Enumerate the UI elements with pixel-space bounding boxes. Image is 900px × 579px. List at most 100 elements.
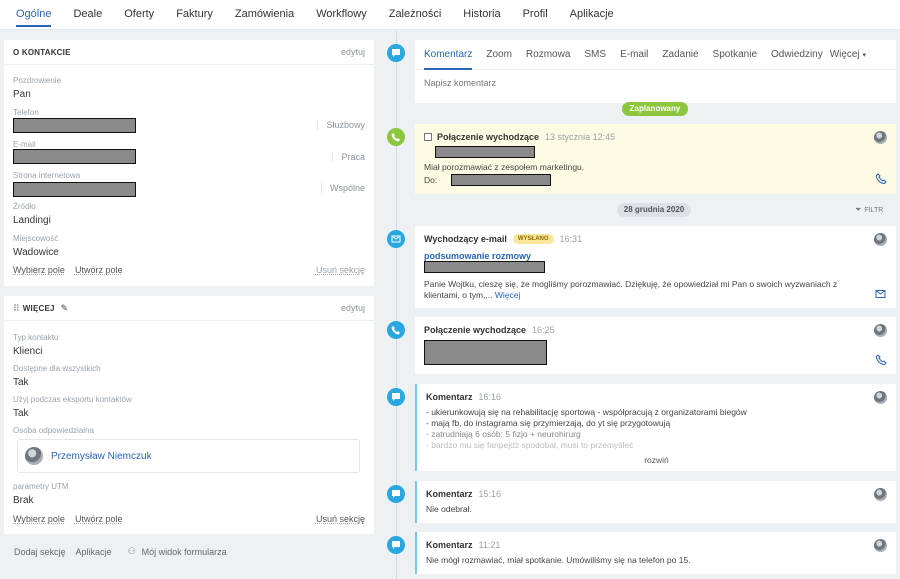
planned-call-title: Połączenie wychodzące [437,132,540,142]
more-card-links: Wybierz pole Utwórz pole Usuń sekcję [13,514,365,524]
comm-tab-sms[interactable]: SMS [584,40,606,70]
tab-general[interactable]: Ogólne [16,0,52,30]
website-field: Strona internetowa [13,171,365,180]
comment1-line-3: - zatrudniają 6 osób: 5 fizjo + neurohir… [426,429,581,439]
comm-tab-task[interactable]: Zadanie [662,40,698,70]
my-form-view-link[interactable]: Mój widok formularza [142,547,227,557]
email-more-link[interactable]: Więcej [495,290,521,300]
phone-label: Telefon [13,108,39,117]
planned-call-item: Połączenie wychodzące 13 stycznia 12:45 … [415,124,896,194]
comm-tab-zoom[interactable]: Zoom [486,40,512,70]
expand-link[interactable]: rozwiń [417,455,896,465]
source-field: Źródło Landingi [13,202,365,226]
email-body: Panie Wojtku, cieszę się, że mogliśmy po… [424,279,864,301]
comment1-time: 16:16 [478,392,502,402]
email-redacted[interactable] [13,149,136,164]
comm-tab-call[interactable]: Rozmowa [526,40,570,70]
tab-workflows[interactable]: Workflowy [316,0,367,30]
comm-more-dropdown[interactable]: Więcej ▾ [830,49,866,60]
more-info-header: ⠿ WIĘCEJ ✎ edytuj [4,296,374,321]
filter-label: FILTR [864,206,884,214]
contact-card-links: Wybierz pole Utwórz pole Usuń sekcję [13,265,365,275]
top-navigation: Ogólne Deale Oferty Faktury Zamówienia W… [0,0,900,30]
call-title: Połączenie wychodzące [424,325,527,335]
owner-name[interactable]: Przemysław Niemczuk [51,451,152,462]
tab-history[interactable]: Historia [463,0,500,30]
greeting-value[interactable]: Pan [13,89,365,100]
city-label: Miejscowość [13,234,59,243]
contact-info-card: O KONTAKCIE edytuj Pozdrowienie Pan Tele… [4,40,374,286]
tab-apps[interactable]: Aplikacje [570,0,614,30]
comment3-avatar [874,539,887,552]
phone-action-icon[interactable] [875,173,887,185]
email-tag: Praca [332,152,365,162]
contact-type-value[interactable]: Klienci [13,346,365,357]
utm-field: parametry UTM Brak [13,482,365,506]
export-label: Użyj podczas eksportu kontaktów [13,395,132,404]
create-field-link-2[interactable]: Utwórz pole [75,514,123,524]
complete-task-checkbox[interactable] [424,133,432,141]
remove-section-link-2[interactable]: Usuń sekcję [316,514,365,524]
comment3-icon [387,536,405,554]
contact-type-label: Typ kontaktu [13,333,59,342]
filter-button[interactable]: ⏷ FILTR [855,205,883,215]
tab-deals[interactable]: Deale [73,0,102,30]
utm-label: parametry UTM [13,482,69,491]
choose-field-link-2[interactable]: Wybierz pole [13,514,65,524]
comment2-title: Komentarz [426,489,473,499]
remove-section-link[interactable]: Usuń sekcję [316,265,365,275]
phone-redacted[interactable] [13,118,136,133]
city-field: Miejscowość Wadowice [13,234,365,258]
tab-dependencies[interactable]: Zależności [389,0,442,30]
tab-offers[interactable]: Oferty [124,0,154,30]
comm-more-label: Więcej [829,49,860,60]
owner-box[interactable]: Przemysław Niemczuk [17,439,360,473]
more-info-title: WIĘCEJ [22,303,55,313]
reply-email-icon[interactable] [875,288,887,300]
drag-handle-icon[interactable]: ⠿ [13,303,20,314]
communication-tabs: Komentarz Zoom Rozmowa SMS E-mail Zadani… [415,40,896,70]
tab-profile[interactable]: Profil [523,0,548,30]
comm-tab-visits[interactable]: Odwiedziny [771,40,823,70]
create-field-link[interactable]: Utwórz pole [75,265,123,275]
comment2-icon [387,485,405,503]
comm-tab-meeting[interactable]: Spotkanie [713,40,757,70]
edit-more-link[interactable]: edytuj [341,303,365,313]
apps-link[interactable]: Aplikacje [76,547,112,557]
comment2-item: Komentarz 15:16 Nie odebrał. [415,481,896,523]
tab-invoices[interactable]: Faktury [176,0,213,30]
email-subject[interactable]: podsumowanie rozmowy [424,251,531,261]
tab-orders[interactable]: Zamówienia [235,0,294,30]
comment-input[interactable]: Napisz komentarz [424,78,496,88]
choose-field-link[interactable]: Wybierz pole [13,265,65,275]
comm-tab-email[interactable]: E-mail [620,40,648,70]
owner-field: Osoba odpowiedzialna [13,426,365,435]
comment3-text: Nie mógł rozmawiać, miał spotkanie. Umów… [426,555,691,565]
comm-tab-comment[interactable]: Komentarz [424,40,473,70]
website-tag: Wspólne [320,183,365,193]
contact-info-title: O KONTAKCIE [13,47,71,57]
comment3-title: Komentarz [426,540,473,550]
export-field: Użyj podczas eksportu kontaktów Tak [13,395,365,419]
source-label: Źródło [13,202,36,211]
call-redacted [424,340,547,365]
export-value[interactable]: Tak [13,408,365,419]
contact-type-field: Typ kontaktu Klienci [13,333,365,357]
source-value[interactable]: Landingi [13,215,365,226]
comment2-time: 15:16 [478,489,502,499]
pencil-icon[interactable]: ✎ [61,303,69,314]
edit-contact-link[interactable]: edytuj [341,47,365,57]
contact-info-header: O KONTAKCIE edytuj [4,40,374,65]
comment1-item: Komentarz 16:16 - ukierunkowują się na r… [415,384,896,471]
comment1-title: Komentarz [426,392,473,402]
utm-value[interactable]: Brak [13,495,365,506]
website-redacted[interactable] [13,182,136,197]
comment2-avatar [874,488,887,501]
email-icon [387,230,405,248]
greeting-label: Pozdrowienie [13,76,62,85]
available-value[interactable]: Tak [13,377,365,388]
add-section-link[interactable]: Dodaj sekcję [14,547,66,557]
planned-call-text: Miał porozmawiać z zespołem marketingu. [424,162,585,172]
call-action-icon[interactable] [875,354,887,366]
city-value[interactable]: Wadowice [13,247,365,258]
